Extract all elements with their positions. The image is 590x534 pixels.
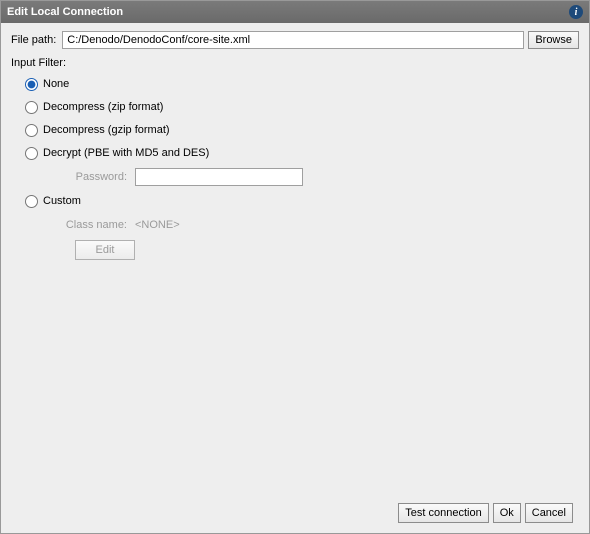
radio-zip-row: Decompress (zip format) — [25, 98, 579, 116]
content-area: File path: Browse Input Filter: None Dec… — [1, 23, 589, 533]
radio-custom[interactable] — [25, 195, 38, 208]
input-filter-label: Input Filter: — [11, 57, 579, 69]
radio-gzip-label[interactable]: Decompress (gzip format) — [43, 124, 170, 136]
classname-label: Class name: — [55, 219, 127, 231]
radio-decrypt-label[interactable]: Decrypt (PBE with MD5 and DES) — [43, 147, 209, 159]
classname-row: Class name: <NONE> — [55, 215, 579, 235]
classname-value: <NONE> — [135, 219, 180, 231]
cancel-button[interactable]: Cancel — [525, 503, 573, 523]
radio-gzip[interactable] — [25, 124, 38, 137]
radio-decrypt[interactable] — [25, 147, 38, 160]
radio-custom-label[interactable]: Custom — [43, 195, 81, 207]
content-spacer — [11, 260, 579, 499]
footer: Test connection Ok Cancel — [11, 499, 579, 527]
radio-zip[interactable] — [25, 101, 38, 114]
dialog-title: Edit Local Connection — [7, 6, 123, 18]
password-label: Password: — [55, 171, 127, 183]
password-input[interactable] — [135, 168, 303, 186]
ok-button[interactable]: Ok — [493, 503, 521, 523]
file-path-row: File path: Browse — [11, 31, 579, 49]
radio-gzip-row: Decompress (gzip format) — [25, 121, 579, 139]
titlebar: Edit Local Connection i — [1, 1, 589, 23]
radio-zip-label[interactable]: Decompress (zip format) — [43, 101, 163, 113]
radio-decrypt-row: Decrypt (PBE with MD5 and DES) — [25, 144, 579, 162]
file-path-label: File path: — [11, 34, 56, 46]
input-filter-group: None Decompress (zip format) Decompress … — [11, 75, 579, 260]
radio-none-label[interactable]: None — [43, 78, 69, 90]
radio-custom-row: Custom — [25, 192, 579, 210]
file-path-input[interactable] — [62, 31, 524, 49]
edit-button: Edit — [75, 240, 135, 260]
test-connection-button[interactable]: Test connection — [398, 503, 488, 523]
radio-none[interactable] — [25, 78, 38, 91]
password-row: Password: — [55, 167, 579, 187]
radio-none-row: None — [25, 75, 579, 93]
browse-button[interactable]: Browse — [528, 31, 579, 49]
dialog: Edit Local Connection i File path: Brows… — [0, 0, 590, 534]
help-icon[interactable]: i — [569, 5, 583, 19]
